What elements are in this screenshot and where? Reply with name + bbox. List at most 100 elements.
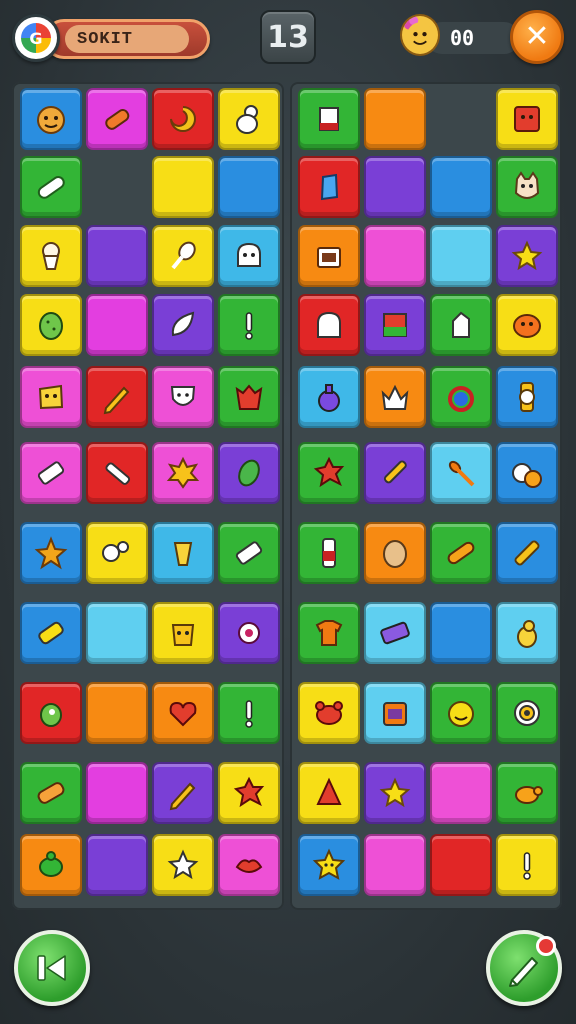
board-tile[interactable]	[152, 156, 214, 218]
board-tile[interactable]	[218, 602, 280, 664]
board-tile[interactable]	[86, 442, 148, 504]
board-tile[interactable]	[298, 156, 360, 218]
board-tile[interactable]	[364, 602, 426, 664]
player-name-pill[interactable]: SOKIT	[44, 19, 210, 59]
gem-icon	[320, 173, 339, 201]
board-tile[interactable]	[218, 834, 280, 896]
board-tile[interactable]	[86, 602, 148, 664]
profile-logo-icon[interactable]: G	[12, 14, 60, 62]
board-tile[interactable]	[152, 88, 214, 150]
board-tile[interactable]	[152, 682, 214, 744]
board-tile[interactable]	[20, 88, 82, 150]
board-tile[interactable]	[364, 834, 426, 896]
board-tile[interactable]	[20, 762, 82, 824]
board-tile[interactable]	[364, 522, 426, 584]
board-tile[interactable]	[496, 522, 558, 584]
board-tile[interactable]	[496, 762, 558, 824]
leaf-green-icon	[238, 459, 260, 487]
board-tile[interactable]	[430, 225, 492, 287]
board-tile[interactable]	[20, 225, 82, 287]
board-tile[interactable]	[20, 156, 82, 218]
board-tile[interactable]	[364, 156, 426, 218]
board-tile[interactable]	[20, 682, 82, 744]
skip-back-button[interactable]	[14, 930, 90, 1006]
board-tile[interactable]	[152, 225, 214, 287]
board-tile[interactable]	[218, 88, 280, 150]
board-tile[interactable]	[496, 88, 558, 150]
box-face-icon	[514, 106, 540, 132]
board-tile[interactable]	[152, 522, 214, 584]
board-tile[interactable]	[496, 366, 558, 428]
board-tile[interactable]	[430, 366, 492, 428]
board-tile[interactable]	[86, 88, 148, 150]
cone-icon	[316, 777, 342, 805]
board-tile[interactable]	[364, 294, 426, 356]
board-tile[interactable]	[298, 762, 360, 824]
board-tile[interactable]	[430, 522, 492, 584]
board-tile[interactable]	[86, 294, 148, 356]
board-tile[interactable]	[86, 225, 148, 287]
board-tile[interactable]	[364, 682, 426, 744]
board-tile[interactable]	[496, 225, 558, 287]
board-tile[interactable]	[364, 762, 426, 824]
board-tile[interactable]	[298, 442, 360, 504]
board-tile[interactable]	[218, 366, 280, 428]
board-tile[interactable]	[86, 366, 148, 428]
board-tile[interactable]	[20, 442, 82, 504]
board-tile[interactable]	[20, 366, 82, 428]
board-tile[interactable]	[496, 834, 558, 896]
board-tile[interactable]	[298, 294, 360, 356]
board-tile[interactable]	[152, 834, 214, 896]
board-tile[interactable]	[20, 602, 82, 664]
board-tile[interactable]	[152, 366, 214, 428]
board-tile[interactable]	[152, 762, 214, 824]
board-tile[interactable]	[152, 602, 214, 664]
board-tile[interactable]	[496, 682, 558, 744]
board-tile[interactable]	[218, 294, 280, 356]
board-tile[interactable]	[218, 442, 280, 504]
board-tile[interactable]	[298, 522, 360, 584]
mascot-face-icon	[400, 14, 440, 56]
board-tile[interactable]	[218, 522, 280, 584]
board-tile[interactable]	[86, 762, 148, 824]
board-tile[interactable]	[298, 88, 360, 150]
score-display: 00	[396, 10, 520, 62]
board-tile[interactable]	[218, 225, 280, 287]
board-tile[interactable]	[298, 834, 360, 896]
board-tile[interactable]	[364, 225, 426, 287]
board-tile[interactable]	[298, 225, 360, 287]
board-tile[interactable]	[430, 156, 492, 218]
hint-pencil-button[interactable]	[486, 930, 562, 1006]
board-tile[interactable]	[298, 682, 360, 744]
board-tile[interactable]	[218, 762, 280, 824]
board-tile[interactable]	[430, 682, 492, 744]
monster-icon	[235, 384, 263, 410]
board-tile[interactable]	[496, 602, 558, 664]
heart-icon	[169, 701, 197, 727]
board-tile[interactable]	[298, 366, 360, 428]
board-tile[interactable]	[430, 834, 492, 896]
board-tile[interactable]	[430, 294, 492, 356]
board-tile[interactable]	[364, 442, 426, 504]
board-tile[interactable]	[152, 442, 214, 504]
exclaim-icon	[245, 700, 253, 728]
board-tile[interactable]	[20, 294, 82, 356]
board-tile[interactable]	[86, 522, 148, 584]
board-tile[interactable]	[298, 602, 360, 664]
board-tile[interactable]	[20, 834, 82, 896]
board-tile[interactable]	[364, 88, 426, 150]
board-tile[interactable]	[20, 522, 82, 584]
board-tile[interactable]	[430, 602, 492, 664]
board-tile[interactable]	[430, 442, 492, 504]
board-tile[interactable]	[218, 682, 280, 744]
board-tile[interactable]	[430, 762, 492, 824]
board-tile[interactable]	[496, 294, 558, 356]
close-button[interactable]: ✕	[510, 10, 564, 64]
board-tile[interactable]	[86, 682, 148, 744]
board-tile[interactable]	[152, 294, 214, 356]
board-tile[interactable]	[496, 156, 558, 218]
board-tile[interactable]	[364, 366, 426, 428]
board-tile[interactable]	[86, 834, 148, 896]
board-tile[interactable]	[218, 156, 280, 218]
board-tile[interactable]	[496, 442, 558, 504]
